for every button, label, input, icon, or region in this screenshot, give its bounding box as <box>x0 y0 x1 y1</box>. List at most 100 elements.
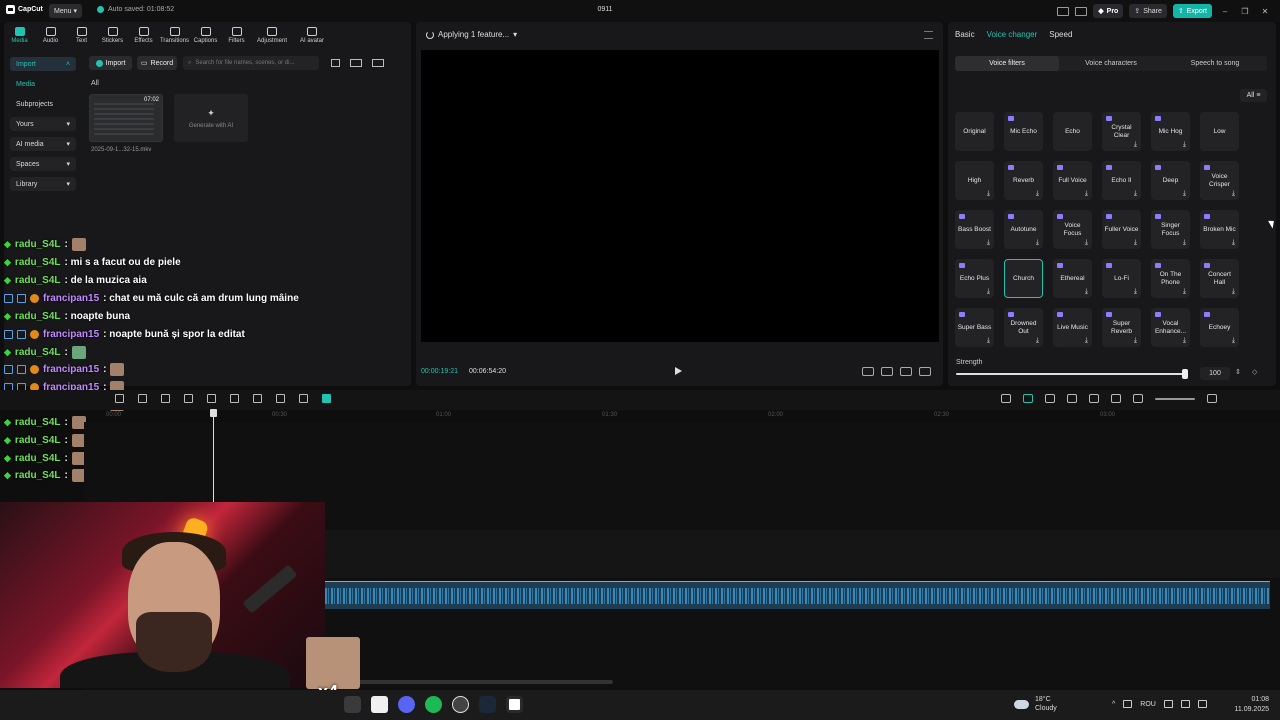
pro-button[interactable]: ◆ Pro <box>1093 4 1124 18</box>
voice-filter-fuller-voice[interactable]: Fuller Voice ⤓ <box>1102 210 1141 249</box>
import-button[interactable]: Import <box>89 56 132 70</box>
download-icon[interactable]: ⤓ <box>1134 239 1137 247</box>
freeze-icon[interactable] <box>299 394 308 403</box>
voice-filter-crystal-clear[interactable]: Crystal Clear ⤓ <box>1102 112 1141 151</box>
tray-app-icon[interactable] <box>1123 700 1133 708</box>
download-icon[interactable]: ⤓ <box>987 239 990 247</box>
filter-all-button[interactable]: All ≡ <box>1240 89 1267 102</box>
timeline-ruler[interactable]: 00:00 00:30 01:00 01:30 02:00 02:30 03:00 <box>84 410 1274 422</box>
timeline-scrollbar[interactable] <box>335 680 613 684</box>
tool-tab-ai-avatar[interactable]: AI avatar <box>292 22 332 50</box>
capcut-taskbar-icon[interactable] <box>506 696 523 713</box>
zoom-in-icon[interactable] <box>1207 394 1217 403</box>
strength-value-input[interactable]: 100 <box>1200 367 1230 380</box>
download-icon[interactable]: ⤓ <box>1134 337 1137 345</box>
voice-filter-voice-focus[interactable]: Voice Focus ⤓ <box>1053 210 1092 249</box>
chevron-up-icon[interactable]: ^ <box>1112 701 1115 708</box>
tab-basic[interactable]: Basic <box>955 30 975 39</box>
project-name[interactable]: 0911 <box>590 6 620 13</box>
download-icon[interactable]: ⤓ <box>1134 190 1137 198</box>
voice-filter-autotune[interactable]: Autotune ⤓ <box>1004 210 1043 249</box>
record-button[interactable]: ▭ Record <box>137 56 177 70</box>
close-icon[interactable]: ✕ <box>1258 7 1272 16</box>
voice-filter-reverb[interactable]: Reverb ⤓ <box>1004 161 1043 200</box>
discord-icon[interactable] <box>398 696 415 713</box>
github-icon[interactable] <box>452 696 469 713</box>
subtab-speech-to-song[interactable]: Speech to song <box>1163 56 1267 71</box>
download-icon[interactable]: ⤓ <box>1085 288 1088 296</box>
download-icon[interactable]: ⤓ <box>1183 288 1186 296</box>
voice-filter-high[interactable]: High ⤓ <box>955 161 994 200</box>
smart-cut-icon[interactable] <box>322 394 331 403</box>
fullscreen-icon[interactable] <box>919 367 931 376</box>
sidebar-item-media[interactable]: Media <box>10 77 76 91</box>
voice-filter-ethereal[interactable]: Ethereal ⤓ <box>1053 259 1092 298</box>
voice-filter-mic-hog[interactable]: Mic Hog ⤓ <box>1151 112 1190 151</box>
stepper-icon[interactable]: ⇕ <box>1235 368 1241 376</box>
menu-button[interactable]: Menu ▾ <box>49 4 82 18</box>
voice-filter-mic-echo[interactable]: Mic Echo <box>1004 112 1043 151</box>
steam-client-icon[interactable] <box>479 696 496 713</box>
link-icon[interactable] <box>1023 394 1033 403</box>
taskbar-clock[interactable]: 01:08 11.09.2025 <box>1231 695 1269 715</box>
filter-icon[interactable] <box>372 59 384 67</box>
maximize-icon[interactable]: ❐ <box>1238 7 1252 16</box>
playhead-handle[interactable] <box>210 409 217 417</box>
sort-icon[interactable] <box>350 59 362 67</box>
sidebar-item-import[interactable]: Import ˄ <box>10 57 76 71</box>
play-icon[interactable] <box>675 367 682 375</box>
tool-tab-captions[interactable]: Captions <box>190 22 221 50</box>
sidebar-item-spaces[interactable]: Spaces ▾ <box>10 157 76 171</box>
voice-filter-super-reverb[interactable]: Super Reverb ⤓ <box>1102 308 1141 347</box>
minimize-icon[interactable]: – <box>1218 7 1232 16</box>
strength-slider[interactable] <box>956 373 1186 375</box>
steam-icon[interactable] <box>344 696 361 713</box>
snap-icon[interactable] <box>1045 394 1055 403</box>
tool-tab-adjustment[interactable]: Adjustment <box>252 22 292 50</box>
voice-filter-echoey[interactable]: Echoey ⤓ <box>1200 308 1239 347</box>
caption-icon[interactable] <box>1111 394 1121 403</box>
tool-tab-media[interactable]: Media <box>4 22 35 50</box>
generate-with-ai-button[interactable]: ✦ Generate with AI <box>174 94 248 142</box>
download-icon[interactable]: ⤓ <box>1232 239 1235 247</box>
voice-filter-vocal-enhance[interactable]: Vocal Enhance... ⤓ <box>1151 308 1190 347</box>
voice-filter-broken-mic[interactable]: Broken Mic ⤓ <box>1200 210 1239 249</box>
tool-tab-stickers[interactable]: Stickers <box>97 22 128 50</box>
tool-tab-text[interactable]: Text <box>66 22 97 50</box>
trim-icon[interactable] <box>138 394 147 403</box>
tool-tab-effects[interactable]: Effects <box>128 22 159 50</box>
video-track-lane[interactable] <box>325 530 1280 578</box>
download-icon[interactable]: ⤓ <box>987 288 990 296</box>
tool-tab-filters[interactable]: Filters <box>221 22 252 50</box>
download-icon[interactable]: ⤓ <box>987 337 990 345</box>
voice-filter-echo[interactable]: Echo <box>1053 112 1092 151</box>
spotify-icon[interactable] <box>425 696 442 713</box>
download-icon[interactable]: ⤓ <box>1036 337 1039 345</box>
battery-icon[interactable] <box>1197 700 1207 708</box>
effect-icon[interactable] <box>276 394 285 403</box>
adjust-icon[interactable] <box>253 394 262 403</box>
download-icon[interactable]: ⤓ <box>1232 337 1235 345</box>
audio-clip[interactable] <box>325 581 1270 609</box>
tab-voice-changer[interactable]: Voice changer <box>987 30 1038 39</box>
voice-filter-super-bass[interactable]: Super Bass ⤓ <box>955 308 994 347</box>
download-icon[interactable]: ⤓ <box>1036 239 1039 247</box>
volume-icon[interactable] <box>1180 700 1190 708</box>
fit-icon[interactable] <box>881 367 893 376</box>
voice-filter-deep[interactable]: Deep ⤓ <box>1151 161 1190 200</box>
sidebar-item-yours[interactable]: Yours ▾ <box>10 117 76 131</box>
video-preview[interactable] <box>421 50 939 342</box>
voice-filter-bass-boost[interactable]: Bass Boost ⤓ <box>955 210 994 249</box>
download-icon[interactable]: ⤓ <box>1232 288 1235 296</box>
grid-view-icon[interactable] <box>331 59 340 67</box>
split-icon[interactable] <box>115 394 124 403</box>
language-indicator[interactable]: ROU <box>1140 701 1156 708</box>
all-label[interactable]: All <box>91 80 99 87</box>
subtitle-icon[interactable] <box>862 367 874 376</box>
tool-tab-audio[interactable]: Audio <box>35 22 66 50</box>
voice-filter-church[interactable]: Church <box>1004 259 1043 298</box>
share-button[interactable]: ⇪ Share <box>1129 4 1167 18</box>
network-icon[interactable] <box>1163 700 1173 708</box>
tool-tab-transitions[interactable]: Transitions <box>159 22 190 50</box>
microphone-icon[interactable] <box>1001 394 1011 403</box>
